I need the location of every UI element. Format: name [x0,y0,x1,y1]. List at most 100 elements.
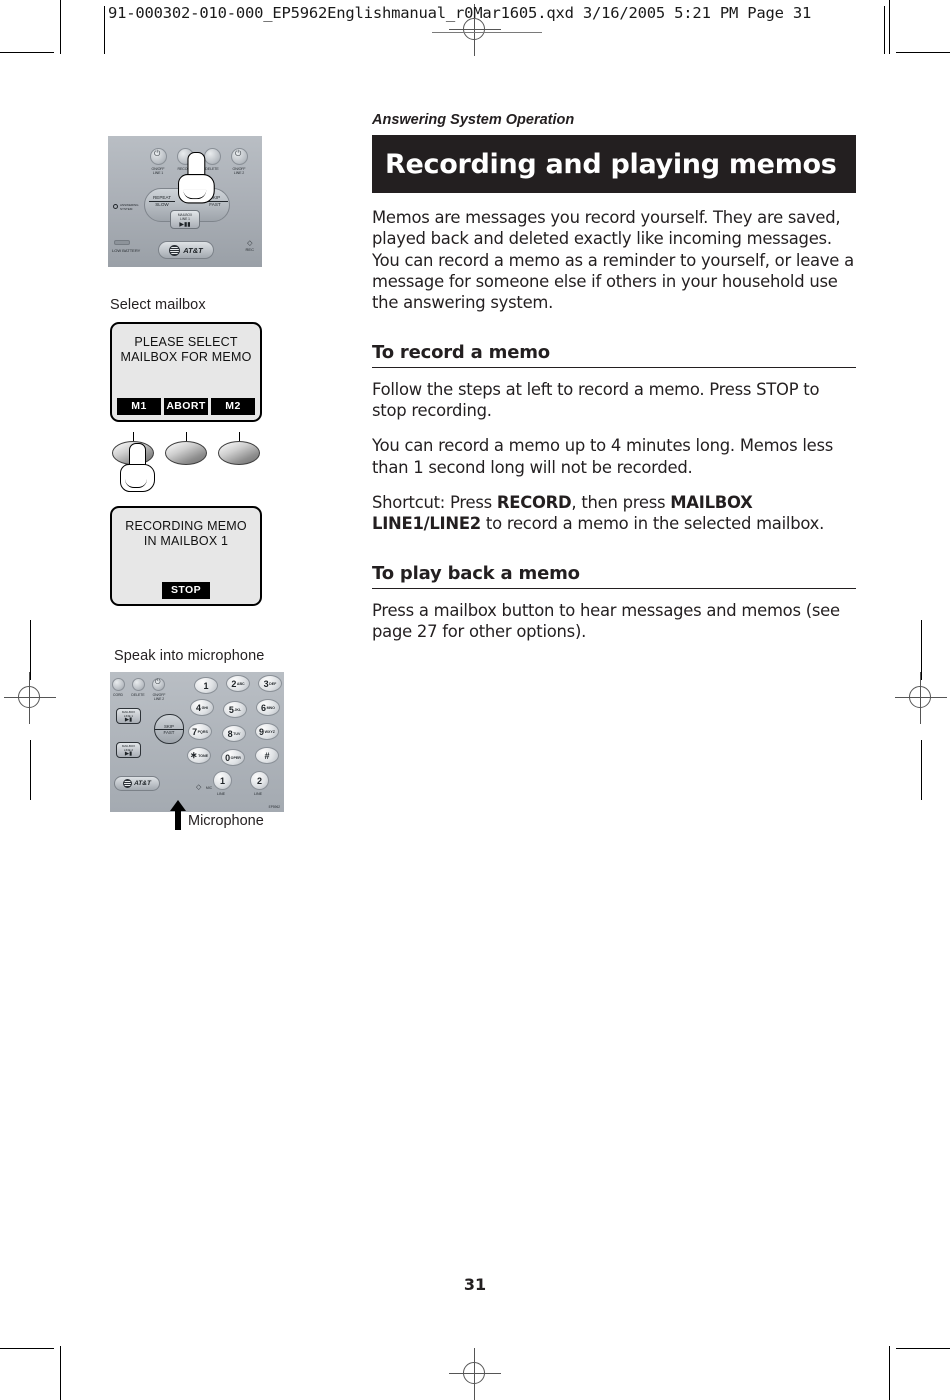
shortcut-suffix: to record a memo in the selected mailbox… [480,514,825,534]
low-battery-led [114,240,130,245]
att-globe-icon [169,244,181,256]
keypad-label-delete: DELETE [131,693,145,697]
caption-speak-into-microphone: Speak into microphone [114,648,265,664]
att-wordmark: AT&T [134,780,151,787]
power-glyph-line2: ⏻ [235,149,242,158]
softkey-m1[interactable]: M1 [117,398,161,415]
article-banner: Recording and playing memos [372,135,856,193]
crop-mark-top-left-h [0,52,54,53]
keypad-line-label-2: LINE [254,792,262,796]
running-header: 91-000302-010-000_EP5962Englishmanual_r0… [108,4,812,22]
intro-paragraph: Memos are messages you record yourself. … [372,208,854,313]
lcd-softkey-row: STOP [117,582,255,599]
lcd-line2: MAILBOX FOR MEMO [120,349,252,364]
softkey-stem-3 [239,432,240,441]
keypad-label-cord: CORD [113,693,123,697]
registration-mark-bottom [449,1348,501,1400]
label-on-off-line2: ON/OFF LINE 2 [232,167,246,176]
play-back-memo-paragraph: Press a mailbox button to hear messages … [372,600,840,641]
softkey-stem-2 [186,432,187,441]
microphone-callout-arrow [170,800,186,830]
subhead-record-memo: To record a memo [372,342,856,368]
keypad-key-star: ∗ TONE [187,747,211,764]
page-frame-left-mid [30,620,31,680]
lcd-line2: IN MAILBOX 1 [143,533,229,548]
page-frame-right-mid [921,620,922,680]
keypad-button-record [112,678,125,691]
button-record [177,148,194,165]
keypad-key-5: 5 JKL [223,701,247,718]
keypad-power-glyph: ⏻ [155,679,161,686]
lcd-select-mailbox: PLEASE SELECT MAILBOX FOR MEMO M1 ABORT … [110,322,262,422]
crop-mark-top-right-h [896,52,950,53]
registration-mark-left [4,672,56,724]
figure-keypad-unit: ⏻ CORD DELETE ON/OFF LINE 2 MAILBOX LINE 1… [110,672,284,812]
record-memo-paragraph-1: Follow the steps at left to record a mem… [372,379,820,420]
label-low-battery: LOW BATTERY [112,248,141,253]
softkey-abort[interactable]: ABORT [164,398,208,415]
crop-mark-bottom-left-h [0,1348,54,1349]
keypad-line-button-1: 1 [213,771,232,790]
lcd-line1: PLEASE SELECT [134,335,238,349]
crop-mark-bottom-right-v [889,1346,890,1400]
lcd-recording-memo: RECORDING MEMO IN MAILBOX 1 STOP [110,506,262,606]
keypad-label-on-off-line2: ON/OFF LINE 2 [152,693,166,702]
softkey-stem-1 [133,432,134,441]
softkey-m2[interactable]: M2 [211,398,255,415]
record-memo-shortcut: Shortcut: Press RECORD, then press MAILB… [372,492,856,535]
softkey-button-middle[interactable] [165,441,207,465]
answering-system-label: ANSWERING SYSTEM [120,203,139,211]
lcd-recording-memo-text: RECORDING MEMO IN MAILBOX 1 [112,508,260,549]
lcd-softkey-row: M1 ABORT M2 [117,398,255,415]
softkey-stop[interactable]: STOP [162,582,210,599]
page-frame-left-mid2 [30,740,31,800]
label-repeat-slow: REPEAT SLOW [149,195,175,208]
lcd-select-mailbox-text: PLEASE SELECT MAILBOX FOR MEMO [112,324,260,365]
keypad-button-skip-fast: SKIP FAST [154,714,184,744]
keypad-key-6: 6 MNO [256,699,280,716]
crop-mark-bottom-right-h [896,1348,950,1349]
rec-indicator: ◇ REC [245,240,254,252]
softkey-button-right[interactable] [218,441,260,465]
answering-system-dot [113,204,118,209]
figure-softkey-buttons [112,432,262,466]
keypad-key-2: 2 ABC [226,675,250,692]
caption-select-mailbox: Select mailbox [110,297,206,313]
page-title: Recording and playing memos [385,148,837,180]
record-memo-paragraph-2: You can record a memo up to 4 minutes lo… [372,436,834,477]
microphone-icon: ◇ [196,784,202,791]
keypad-key-4: 4 GHI [190,699,214,716]
subhead-play-back-memo: To play back a memo [372,563,856,589]
shortcut-key-record: RECORD [496,492,572,512]
softkey-button-left[interactable] [112,441,154,465]
keypad-key-9: 9 WXYZ [255,723,279,740]
keypad-key-pound: # [255,747,279,764]
microphone-port-label: MIC [205,786,213,790]
power-glyph-line1: ⏻ [154,149,161,158]
article-column: Answering System Operation Recording and… [372,112,856,642]
crop-mark-top-right-v [889,0,890,54]
page-number: 31 [463,1275,487,1294]
keypad-model-number: EP5962 [268,805,280,809]
section-eyebrow: Answering System Operation [372,112,575,128]
header-rule [432,32,542,33]
keypad-key-8: 8 TUV [222,725,246,742]
lcd-line1: RECORDING MEMO [125,519,247,533]
att-globe-icon [123,779,133,788]
label-skip-fast: SKIP FAST [202,195,228,208]
keypad-button-delete [132,678,145,691]
keypad-button-mailbox-line2: MAILBOX LINE 2 ▶▮ [116,742,141,758]
keypad-key-3: 3 DEF [258,675,282,692]
microphone-callout-label: Microphone [188,813,264,829]
keypad-key-0: 0 OPER [221,749,245,766]
page-frame-right [884,6,885,54]
button-delete [204,148,221,165]
keypad-line-button-2: 2 [250,771,269,790]
keypad-line-label-1: LINE [217,792,225,796]
page-frame-right-mid2 [921,740,922,800]
microphone-port: ◇ MIC [196,776,212,794]
att-logo: AT&T [158,241,214,259]
shortcut-prefix: Shortcut: Press [372,492,497,512]
button-mailbox-line1: MAILBOX LINE 1 ▶▮▮ [170,210,200,229]
att-wordmark: AT&T [183,245,203,255]
